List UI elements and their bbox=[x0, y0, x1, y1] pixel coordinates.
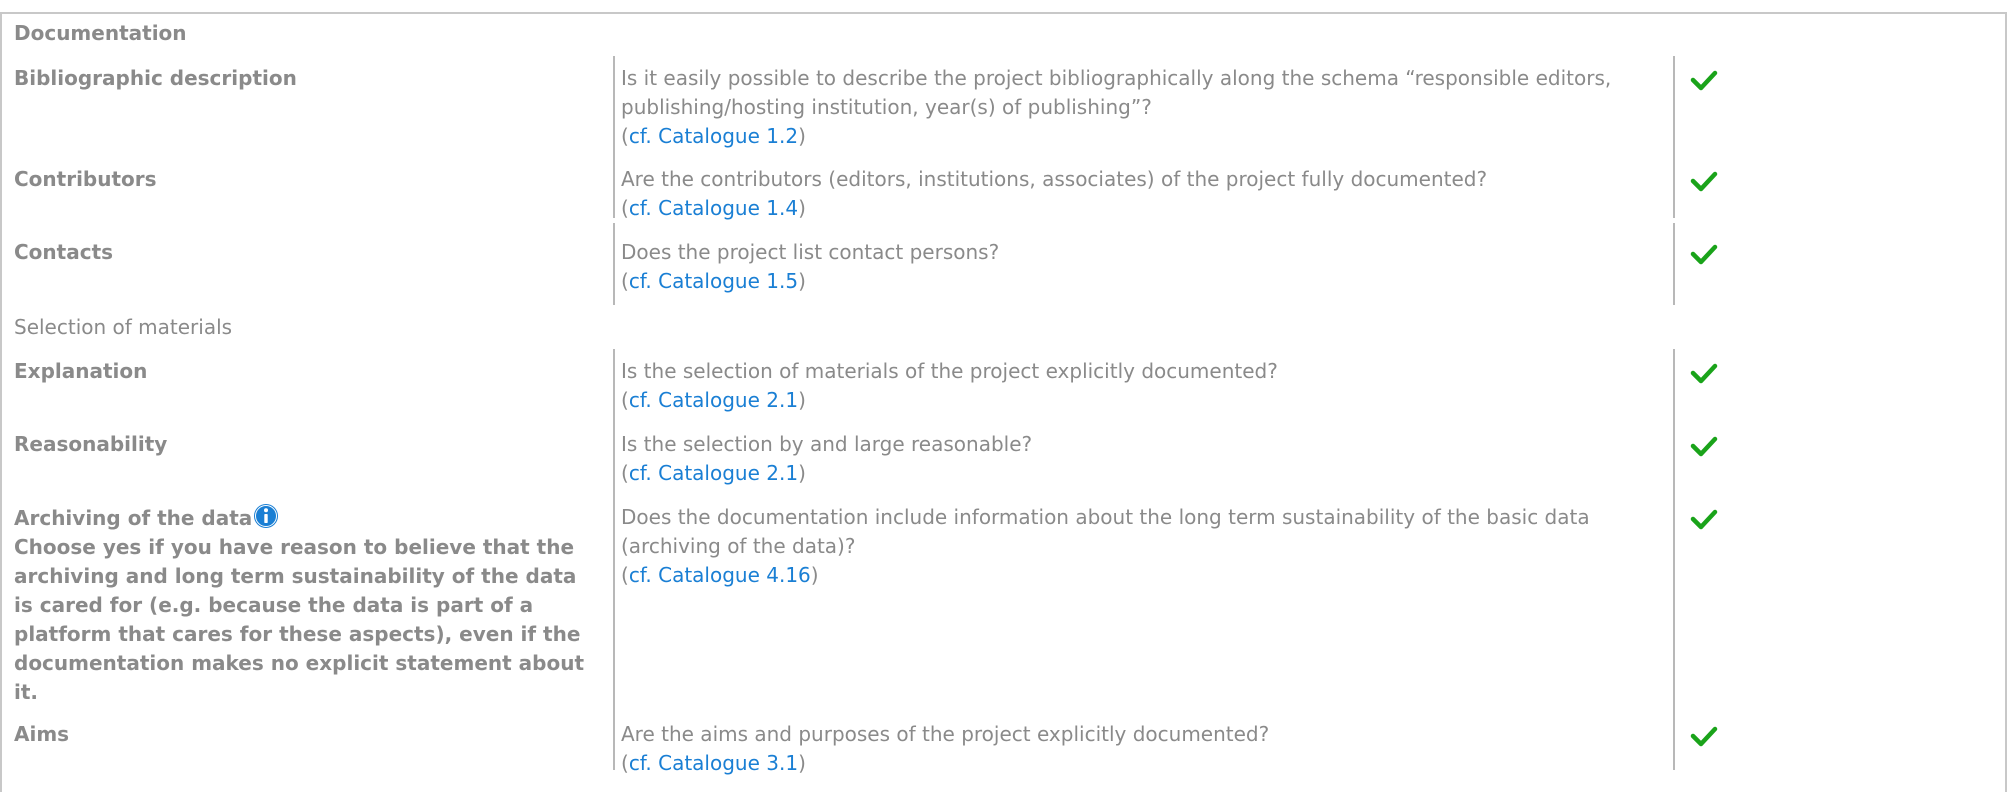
catalogue-link[interactable]: cf. Catalogue 3.1 bbox=[629, 751, 798, 775]
check-icon bbox=[1690, 436, 1718, 457]
row-label: Contacts bbox=[14, 240, 114, 264]
section-heading-selection: Selection of materials bbox=[14, 315, 233, 339]
catalogue-reference: (cf. Catalogue 3.1) bbox=[621, 751, 806, 775]
catalogue-link[interactable]: cf. Catalogue 1.5 bbox=[629, 269, 798, 293]
question-cell: Are the aims and purposes of the project… bbox=[620, 720, 1641, 778]
column-divider bbox=[613, 223, 615, 305]
question-cell: Is the selection by and large reasonable… bbox=[620, 430, 1641, 488]
catalogue-reference: (cf. Catalogue 4.16) bbox=[621, 563, 819, 587]
check-icon bbox=[1690, 70, 1718, 91]
catalogue-link[interactable]: cf. Catalogue 1.2 bbox=[629, 124, 798, 148]
check-icon bbox=[1690, 171, 1718, 192]
check-icon bbox=[1690, 363, 1718, 384]
column-divider bbox=[1673, 56, 1675, 174]
row-label: Contributors bbox=[14, 167, 157, 191]
catalogue-link[interactable]: cf. Catalogue 2.1 bbox=[629, 461, 798, 485]
question-cell: Does the project list contact persons? (… bbox=[620, 238, 1641, 296]
column-divider bbox=[613, 349, 615, 770]
info-icon[interactable] bbox=[253, 503, 279, 529]
check-icon bbox=[1690, 509, 1718, 530]
check-icon bbox=[1690, 726, 1718, 747]
question-text: Is the selection of materials of the pro… bbox=[621, 359, 1278, 383]
column-divider bbox=[613, 56, 615, 174]
row-label: Explanation bbox=[14, 359, 148, 383]
question-text: Are the contributors (editors, instituti… bbox=[621, 167, 1488, 191]
column-divider bbox=[1673, 349, 1675, 770]
row-label: Archiving of the data bbox=[14, 506, 253, 530]
question-text: Does the project list contact persons? bbox=[621, 240, 1000, 264]
question-text: Does the documentation include informati… bbox=[621, 505, 1590, 558]
section-heading-documentation: Documentation bbox=[14, 21, 187, 45]
catalogue-link[interactable]: cf. Catalogue 2.1 bbox=[629, 388, 798, 412]
catalogue-reference: (cf. Catalogue 1.5) bbox=[621, 269, 806, 293]
row-label: Reasonability bbox=[14, 432, 168, 456]
catalogue-link[interactable]: cf. Catalogue 4.16 bbox=[629, 563, 811, 587]
catalogue-reference: (cf. Catalogue 1.4) bbox=[621, 196, 806, 220]
row-hint: Choose yes if you have reason to believe… bbox=[14, 535, 585, 704]
catalogue-reference: (cf. Catalogue 1.2) bbox=[621, 124, 806, 148]
question-text: Is it easily possible to describe the pr… bbox=[621, 66, 1612, 119]
column-divider bbox=[613, 158, 615, 218]
row-label: Bibliographic description bbox=[14, 66, 297, 90]
question-cell: Does the documentation include informati… bbox=[620, 503, 1641, 590]
row-label-cell: Archiving of the data Choose yes if you … bbox=[14, 503, 594, 707]
question-cell: Is it easily possible to describe the pr… bbox=[620, 64, 1641, 151]
question-cell: Are the contributors (editors, instituti… bbox=[620, 165, 1641, 223]
check-icon bbox=[1690, 244, 1718, 265]
question-text: Are the aims and purposes of the project… bbox=[621, 722, 1270, 746]
question-cell: Is the selection of materials of the pro… bbox=[620, 357, 1641, 415]
column-divider bbox=[1673, 223, 1675, 305]
catalogue-reference: (cf. Catalogue 2.1) bbox=[621, 388, 806, 412]
row-label: Aims bbox=[14, 722, 70, 746]
catalogue-link[interactable]: cf. Catalogue 1.4 bbox=[629, 196, 798, 220]
catalogue-reference: (cf. Catalogue 2.1) bbox=[621, 461, 806, 485]
question-text: Is the selection by and large reasonable… bbox=[621, 432, 1033, 456]
column-divider bbox=[1673, 158, 1675, 218]
